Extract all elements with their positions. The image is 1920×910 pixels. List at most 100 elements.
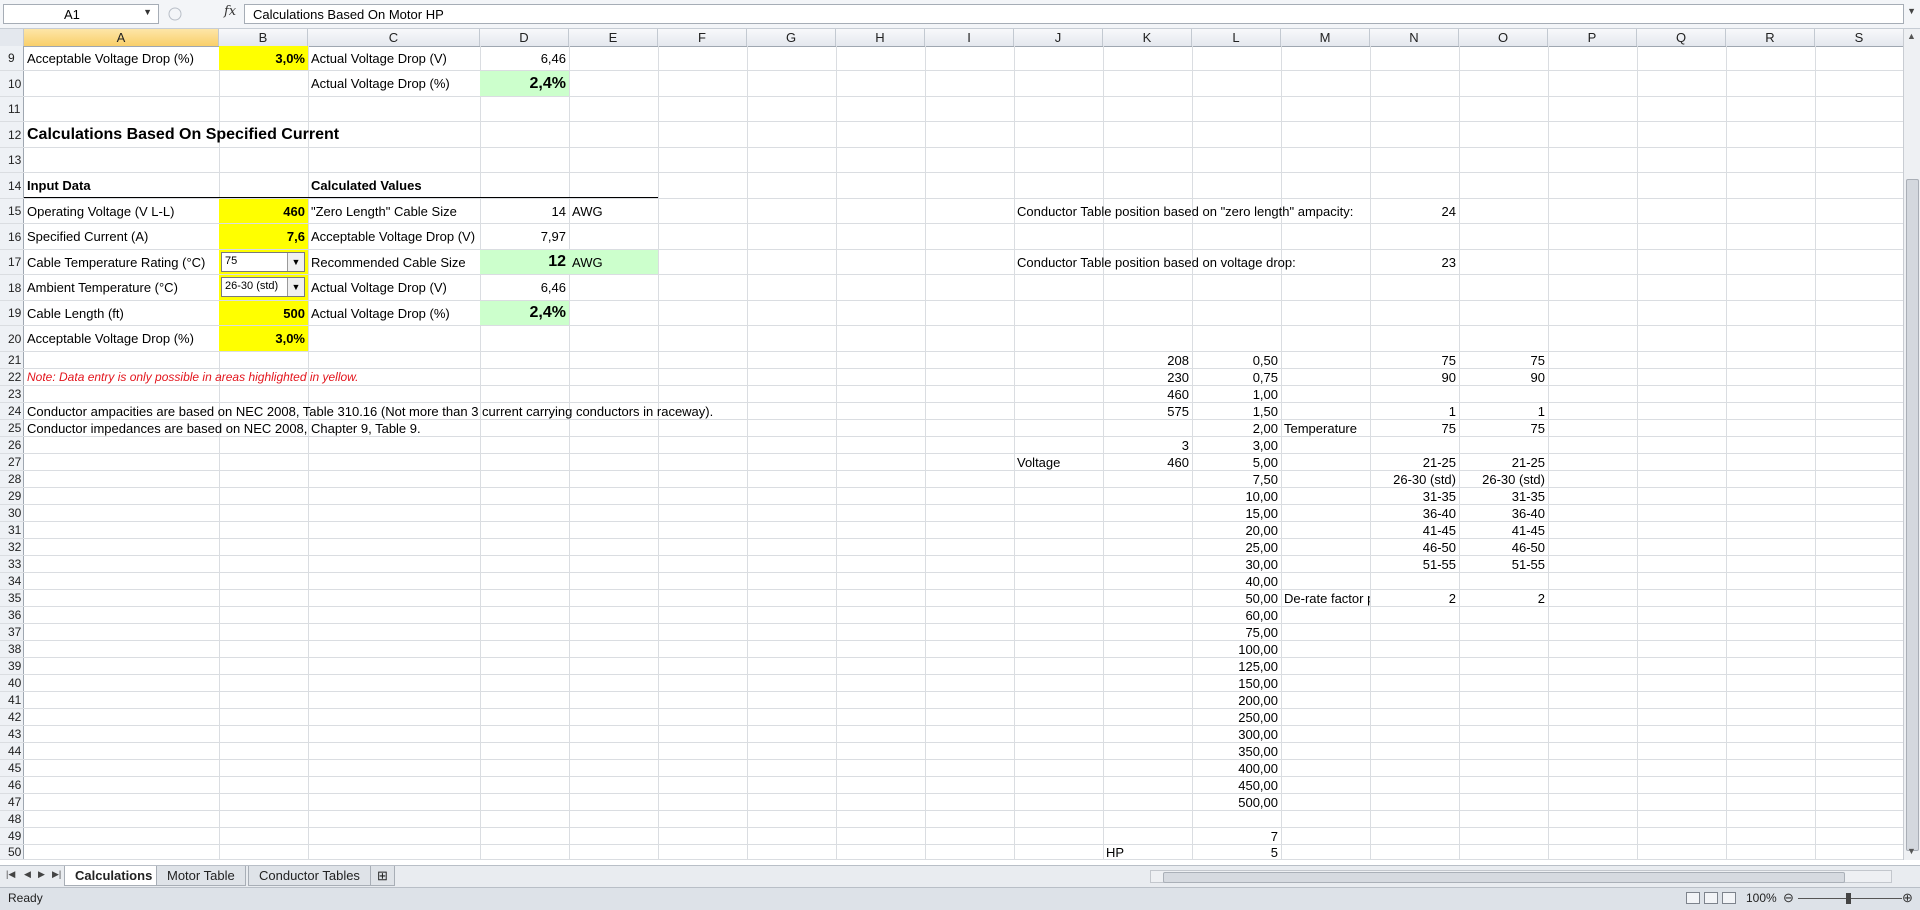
cell-l47[interactable]: 500,00 bbox=[1192, 794, 1281, 810]
prev-sheet-icon[interactable]: ◀ bbox=[24, 869, 31, 880]
cell-o33[interactable]: 51-55 bbox=[1459, 556, 1548, 572]
row-header[interactable]: 20 bbox=[0, 326, 24, 351]
column-header-j[interactable]: J bbox=[1014, 29, 1103, 46]
column-header-l[interactable]: L bbox=[1192, 29, 1281, 46]
normal-view-icon[interactable] bbox=[1686, 892, 1700, 904]
cell-k50[interactable]: HP bbox=[1103, 845, 1192, 860]
expand-formula-bar-icon[interactable]: ▼ bbox=[1907, 6, 1916, 16]
page-layout-icon[interactable] bbox=[1704, 892, 1718, 904]
column-header-h[interactable]: H bbox=[836, 29, 925, 46]
column-header-r[interactable]: R bbox=[1726, 29, 1815, 46]
row-header[interactable]: 18 bbox=[0, 275, 24, 300]
tab-conductor-tables[interactable]: Conductor Tables bbox=[248, 866, 371, 886]
column-header-o[interactable]: O bbox=[1459, 29, 1548, 46]
zoom-in-icon[interactable]: ⊕ bbox=[1902, 890, 1913, 906]
cell-m35[interactable]: De-rate factor p bbox=[1281, 590, 1370, 606]
cell-d15[interactable]: 14 bbox=[480, 199, 569, 223]
row-header[interactable]: 15 bbox=[0, 199, 24, 223]
row-header[interactable]: 24 bbox=[0, 403, 24, 419]
row-header[interactable]: 50 bbox=[0, 845, 24, 859]
row-header[interactable]: 31 bbox=[0, 522, 24, 538]
cell-n35[interactable]: 2 bbox=[1370, 590, 1459, 606]
column-header-p[interactable]: P bbox=[1548, 29, 1637, 46]
cell-o28[interactable]: 26-30 (std) bbox=[1459, 471, 1548, 487]
cell-l21[interactable]: 0,50 bbox=[1192, 352, 1281, 368]
last-sheet-icon[interactable]: ▶| bbox=[52, 869, 61, 880]
cell-o27[interactable]: 21-25 bbox=[1459, 454, 1548, 470]
chevron-down-icon[interactable]: ▼ bbox=[287, 253, 304, 271]
cell-n22[interactable]: 90 bbox=[1370, 369, 1459, 385]
row-header[interactable]: 37 bbox=[0, 624, 24, 640]
cell-d19[interactable]: 2,4% bbox=[480, 301, 569, 325]
cell-n33[interactable]: 51-55 bbox=[1370, 556, 1459, 572]
cell-o29[interactable]: 31-35 bbox=[1459, 488, 1548, 504]
row-header[interactable]: 11 bbox=[0, 97, 24, 121]
cell-k23[interactable]: 460 bbox=[1103, 386, 1192, 402]
cell-n32[interactable]: 46-50 bbox=[1370, 539, 1459, 555]
column-header-i[interactable]: I bbox=[925, 29, 1014, 46]
row-header[interactable]: 14 bbox=[0, 173, 24, 198]
insert-sheet-icon[interactable]: ⊞ bbox=[370, 866, 395, 886]
row-header[interactable]: 33 bbox=[0, 556, 24, 572]
cable-temp-dropdown[interactable]: 75 ▼ bbox=[221, 252, 305, 272]
cell-c16[interactable]: Acceptable Voltage Drop (V) bbox=[308, 224, 480, 249]
cell-n31[interactable]: 41-45 bbox=[1370, 522, 1459, 538]
row-header[interactable]: 28 bbox=[0, 471, 24, 487]
cell-c9[interactable]: Actual Voltage Drop (V) bbox=[308, 46, 480, 70]
row-header[interactable]: 42 bbox=[0, 709, 24, 725]
row-header[interactable]: 36 bbox=[0, 607, 24, 623]
cell-b17[interactable]: 75 ▼ bbox=[219, 250, 308, 274]
row-header[interactable]: 13 bbox=[0, 148, 24, 172]
cell-a20[interactable]: Acceptable Voltage Drop (%) bbox=[24, 326, 219, 351]
cell-l22[interactable]: 0,75 bbox=[1192, 369, 1281, 385]
cell-l41[interactable]: 200,00 bbox=[1192, 692, 1281, 708]
cell-l46[interactable]: 450,00 bbox=[1192, 777, 1281, 793]
vertical-scrollbar[interactable]: ▲ ▼ bbox=[1903, 29, 1920, 860]
cell-l40[interactable]: 150,00 bbox=[1192, 675, 1281, 691]
cell-b18[interactable]: 26-30 (std) ▼ bbox=[219, 275, 308, 300]
row-header[interactable]: 44 bbox=[0, 743, 24, 759]
row-header[interactable]: 43 bbox=[0, 726, 24, 742]
cell-b20[interactable]: 3,0% bbox=[219, 326, 308, 351]
cell-o22[interactable]: 90 bbox=[1459, 369, 1548, 385]
cell-j15[interactable]: Conductor Table position based on "zero … bbox=[1014, 199, 1370, 223]
cell-o25[interactable]: 75 bbox=[1459, 420, 1548, 436]
vertical-scroll-thumb[interactable] bbox=[1906, 179, 1919, 851]
cell-l25[interactable]: 2,00 bbox=[1192, 420, 1281, 436]
column-header-g[interactable]: G bbox=[747, 29, 836, 46]
cell-n25[interactable]: 75 bbox=[1370, 420, 1459, 436]
row-header[interactable]: 41 bbox=[0, 692, 24, 708]
cell-k27[interactable]: 460 bbox=[1103, 454, 1192, 470]
horizontal-scroll-thumb[interactable] bbox=[1163, 872, 1845, 883]
cell-l39[interactable]: 125,00 bbox=[1192, 658, 1281, 674]
cell-a24[interactable]: Conductor ampacities are based on NEC 20… bbox=[24, 403, 764, 419]
row-header[interactable]: 23 bbox=[0, 386, 24, 402]
cell-b19[interactable]: 500 bbox=[219, 301, 308, 325]
cell-l33[interactable]: 30,00 bbox=[1192, 556, 1281, 572]
cell-l27[interactable]: 5,00 bbox=[1192, 454, 1281, 470]
row-header[interactable]: 39 bbox=[0, 658, 24, 674]
cell-l26[interactable]: 3,00 bbox=[1192, 437, 1281, 453]
cell-b16[interactable]: 7,6 bbox=[219, 224, 308, 249]
cell-o35[interactable]: 2 bbox=[1459, 590, 1548, 606]
cell-l42[interactable]: 250,00 bbox=[1192, 709, 1281, 725]
cell-c18[interactable]: Actual Voltage Drop (V) bbox=[308, 275, 480, 300]
cell-n15[interactable]: 24 bbox=[1370, 199, 1459, 223]
zoom-slider-handle[interactable] bbox=[1846, 893, 1851, 904]
cell-o31[interactable]: 41-45 bbox=[1459, 522, 1548, 538]
column-header-a[interactable]: A bbox=[24, 29, 219, 46]
insert-function-icon[interactable]: fx bbox=[224, 4, 236, 19]
row-header[interactable]: 40 bbox=[0, 675, 24, 691]
cell-l24[interactable]: 1,50 bbox=[1192, 403, 1281, 419]
cell-d16[interactable]: 7,97 bbox=[480, 224, 569, 249]
zoom-level[interactable]: 100% bbox=[1746, 891, 1777, 905]
cell-a12[interactable]: Calculations Based On Specified Current bbox=[24, 122, 474, 147]
column-header-m[interactable]: M bbox=[1281, 29, 1370, 46]
cell-l30[interactable]: 15,00 bbox=[1192, 505, 1281, 521]
select-all-corner[interactable] bbox=[0, 29, 24, 46]
cell-d10[interactable]: 2,4% bbox=[480, 71, 569, 96]
row-header[interactable]: 38 bbox=[0, 641, 24, 657]
cell-a18[interactable]: Ambient Temperature (°C) bbox=[24, 275, 219, 300]
chevron-down-icon[interactable]: ▼ bbox=[143, 7, 152, 17]
cell-l45[interactable]: 400,00 bbox=[1192, 760, 1281, 776]
